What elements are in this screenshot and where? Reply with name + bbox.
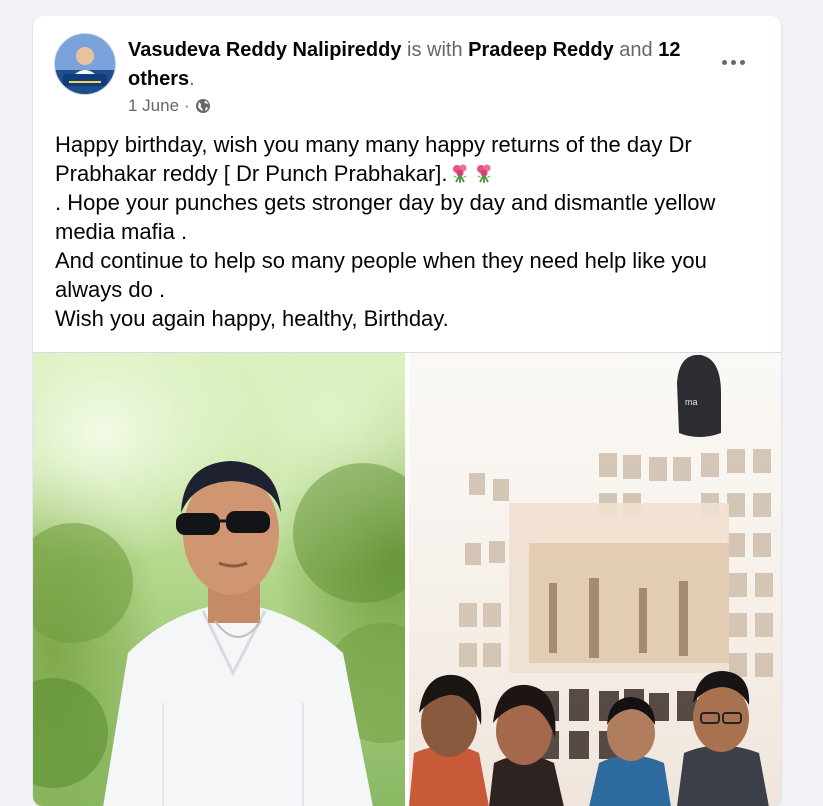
author-avatar[interactable] (54, 33, 116, 95)
tagged-person-link[interactable]: Pradeep Reddy (468, 39, 614, 61)
more-options-dot (739, 59, 745, 65)
author-name-link[interactable]: Vasudeva Reddy Nalipireddy (128, 39, 401, 61)
post-body-line: And continue to help so many people when… (55, 248, 707, 302)
post-headline: Vasudeva Reddy Nalipireddy is with Prade… (128, 36, 713, 94)
post-body-line: Happy birthday, wish you many many happy… (55, 130, 755, 188)
bouquet-icon (474, 162, 496, 184)
with-text: is with (401, 39, 469, 61)
post-body-line: Wish you again happy, healthy, Birthday. (55, 306, 449, 331)
post-body: Happy birthday, wish you many many happy… (55, 130, 755, 333)
post-header: Vasudeva Reddy Nalipireddy is with Prade… (33, 16, 781, 126)
more-options-button[interactable] (715, 50, 751, 74)
period-text: . (189, 68, 195, 90)
post-date-link[interactable]: 1 June (128, 96, 179, 116)
post-body-line-text: Happy birthday, wish you many many happy… (55, 132, 692, 186)
post-card: Vasudeva Reddy Nalipireddy is with Prade… (33, 16, 781, 806)
photo-left[interactable] (33, 353, 405, 806)
globe-icon[interactable] (195, 98, 211, 114)
more-options-dot (730, 59, 736, 65)
more-options-icon (721, 59, 727, 65)
and-text: and (613, 39, 659, 61)
post-meta: 1 June · (128, 96, 211, 116)
photo-grid: ma (33, 352, 781, 806)
post-body-line: . Hope your punches gets stronger day by… (55, 190, 716, 244)
date-separator: · (184, 96, 190, 115)
bouquet-icon (450, 162, 472, 184)
svg-text:ma: ma (685, 397, 698, 407)
photo-right[interactable]: ma (409, 353, 781, 806)
